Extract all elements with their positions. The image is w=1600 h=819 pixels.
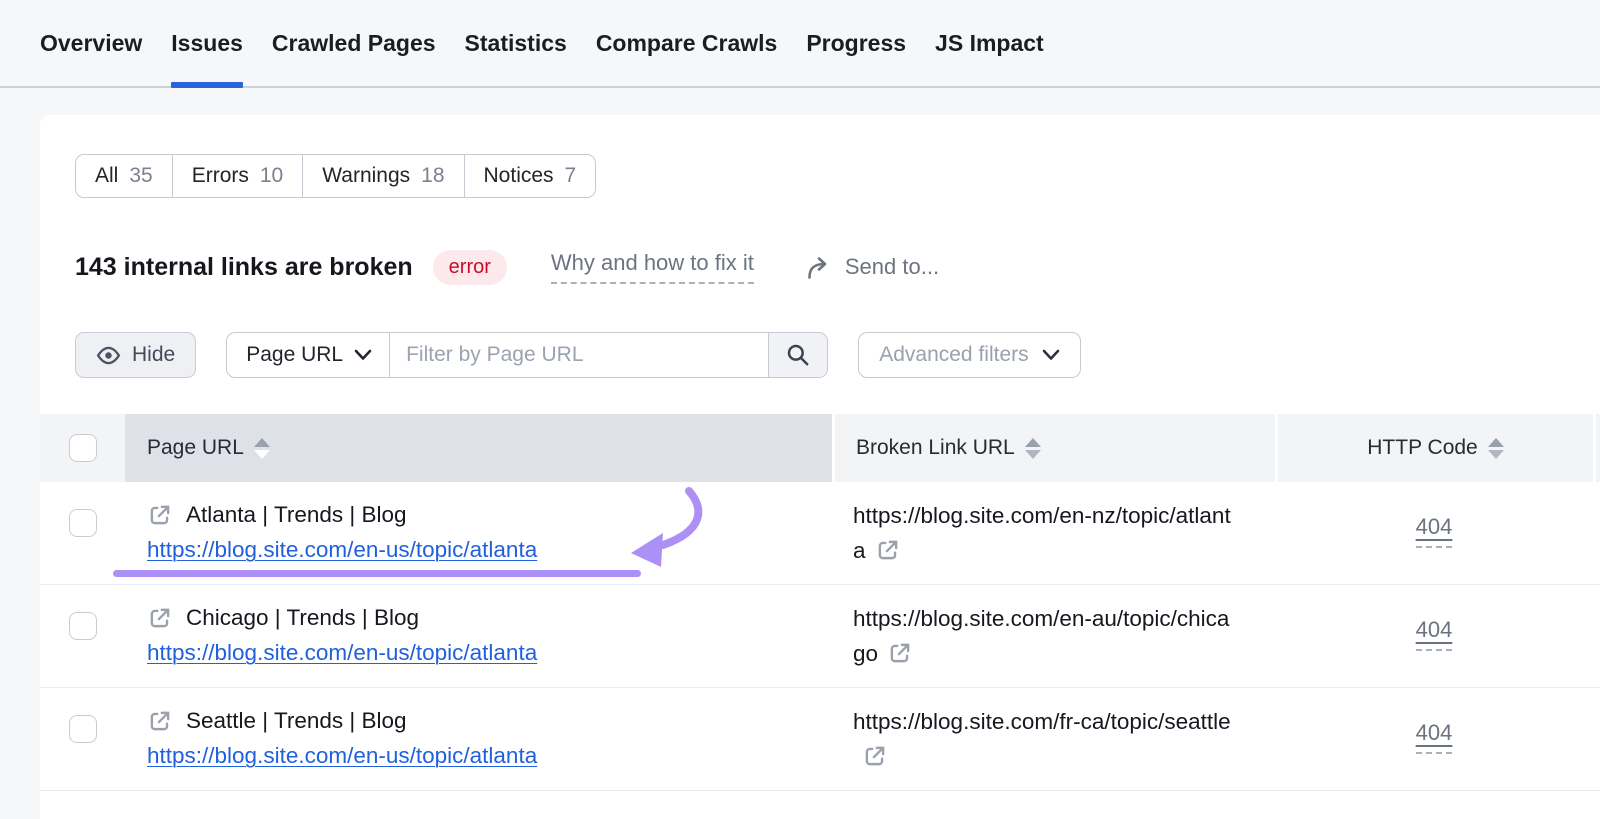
tab-progress[interactable]: Progress bbox=[806, 0, 906, 86]
filter-notices[interactable]: Notices 7 bbox=[465, 155, 596, 197]
http-code-link[interactable]: 404 bbox=[1416, 617, 1453, 651]
tab-compare-crawls[interactable]: Compare Crawls bbox=[596, 0, 778, 86]
http-code-link[interactable]: 404 bbox=[1416, 514, 1453, 548]
page-title: Seattle | Trends | Blog bbox=[186, 704, 407, 738]
broken-link-url: https://blog.site.com/en-nz/topic/atlant… bbox=[853, 503, 1231, 563]
external-link-icon[interactable] bbox=[887, 640, 913, 666]
page-title: Chicago | Trends | Blog bbox=[186, 601, 419, 635]
external-link-icon[interactable] bbox=[147, 605, 173, 631]
tab-statistics[interactable]: Statistics bbox=[465, 0, 567, 86]
page-url-link[interactable]: https://blog.site.com/en-us/topic/atlant… bbox=[147, 635, 537, 670]
table-row: Atlanta | Trends | Blog https://blog.sit… bbox=[40, 482, 1600, 585]
active-tab-indicator bbox=[171, 82, 243, 88]
table-controls: Hide Page URL Advanced filters bbox=[75, 332, 1600, 378]
issues-card: All 35 Errors 10 Warnings 18 Notices 7 1… bbox=[40, 115, 1600, 819]
external-link-icon[interactable] bbox=[862, 743, 888, 769]
select-all-cell bbox=[40, 414, 125, 482]
broken-link-url: https://blog.site.com/fr-ca/topic/seattl… bbox=[853, 709, 1231, 734]
table-row: Chicago | Trends | Blog https://blog.sit… bbox=[40, 585, 1600, 688]
external-link-icon[interactable] bbox=[147, 502, 173, 528]
filter-input[interactable] bbox=[390, 333, 768, 377]
search-icon bbox=[785, 342, 811, 368]
filter-column-selector[interactable]: Page URL bbox=[227, 333, 390, 377]
row-checkbox[interactable] bbox=[69, 612, 97, 640]
hide-button[interactable]: Hide bbox=[75, 332, 196, 378]
eye-icon bbox=[96, 343, 121, 368]
table-header: Page URL Broken Link URL HTTP Code bbox=[40, 414, 1600, 482]
table-header-extra bbox=[1593, 414, 1600, 482]
column-header-broken-link-url[interactable]: Broken Link URL bbox=[832, 414, 1275, 482]
filter-warnings[interactable]: Warnings 18 bbox=[303, 155, 464, 197]
send-arrow-icon bbox=[806, 255, 833, 280]
external-link-icon[interactable] bbox=[875, 537, 901, 563]
severity-filter: All 35 Errors 10 Warnings 18 Notices 7 bbox=[75, 154, 596, 198]
filter-all[interactable]: All 35 bbox=[76, 155, 173, 197]
top-navigation: Overview Issues Crawled Pages Statistics… bbox=[0, 0, 1600, 88]
issue-heading-row: 143 internal links are broken error Why … bbox=[75, 248, 1600, 286]
why-how-to-fix-link[interactable]: Why and how to fix it bbox=[551, 250, 754, 284]
filter-errors[interactable]: Errors 10 bbox=[173, 155, 304, 197]
tab-js-impact[interactable]: JS Impact bbox=[935, 0, 1044, 86]
filter-group: Page URL bbox=[226, 332, 828, 378]
sort-icon bbox=[254, 438, 270, 459]
sort-icon bbox=[1488, 438, 1504, 459]
count-badge: 35 bbox=[129, 164, 152, 188]
issue-title: 143 internal links are broken bbox=[75, 253, 413, 282]
tab-overview[interactable]: Overview bbox=[40, 0, 142, 86]
row-checkbox[interactable] bbox=[69, 715, 97, 743]
column-header-page-url[interactable]: Page URL bbox=[125, 414, 832, 482]
external-link-icon[interactable] bbox=[147, 708, 173, 734]
count-badge: 10 bbox=[260, 164, 283, 188]
search-button[interactable] bbox=[768, 333, 827, 377]
page-title: Atlanta | Trends | Blog bbox=[186, 498, 407, 532]
advanced-filters-button[interactable]: Advanced filters bbox=[858, 332, 1080, 378]
count-badge: 18 bbox=[421, 164, 444, 188]
tab-issues[interactable]: Issues bbox=[171, 0, 243, 86]
count-badge: 7 bbox=[565, 164, 577, 188]
annotation-underline bbox=[113, 570, 641, 577]
http-code-link[interactable]: 404 bbox=[1416, 720, 1453, 754]
select-all-checkbox[interactable] bbox=[69, 434, 97, 462]
page-url-link[interactable]: https://blog.site.com/en-us/topic/atlant… bbox=[147, 532, 537, 567]
page-url-link[interactable]: https://blog.site.com/en-us/topic/atlant… bbox=[147, 738, 537, 773]
chevron-down-icon bbox=[354, 349, 372, 361]
row-checkbox[interactable] bbox=[69, 509, 97, 537]
tab-crawled-pages[interactable]: Crawled Pages bbox=[272, 0, 436, 86]
table-row: Seattle | Trends | Blog https://blog.sit… bbox=[40, 688, 1600, 791]
chevron-down-icon bbox=[1042, 349, 1060, 361]
send-to-button[interactable]: Send to... bbox=[806, 254, 939, 280]
column-header-http-code[interactable]: HTTP Code bbox=[1275, 414, 1593, 482]
sort-icon bbox=[1025, 438, 1041, 459]
error-badge: error bbox=[433, 250, 507, 285]
